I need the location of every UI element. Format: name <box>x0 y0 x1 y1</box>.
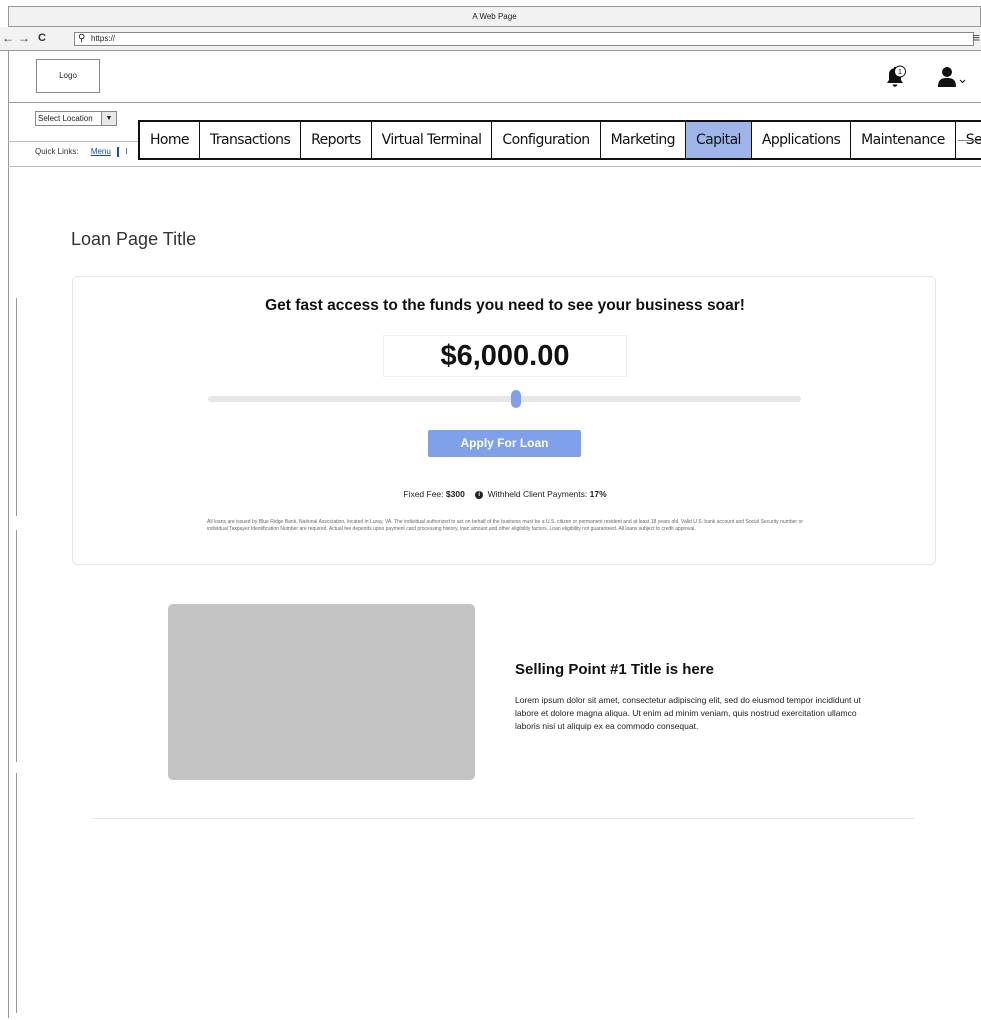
quick-links: Quick Links: Menu I <box>35 147 128 157</box>
nav-configuration[interactable]: Configuration <box>492 122 601 158</box>
selling-point-body: Lorem ipsum dolor sit amet, consectetur … <box>515 695 861 731</box>
nav-maintenance[interactable]: Maintenance <box>851 122 956 158</box>
fixed-fee-label: Fixed Fee: <box>403 489 444 499</box>
address-bar: ← → C ⚲ https:// ≡ <box>0 27 981 51</box>
withheld-value: 17% <box>589 489 607 499</box>
url-input[interactable]: ⚲ https:// <box>74 32 974 46</box>
search-icon: ⚲ <box>78 33 86 44</box>
nav-capital[interactable]: Capital <box>685 122 752 158</box>
reload-icon[interactable]: C <box>38 31 46 45</box>
forward-arrow-icon[interactable]: → <box>18 31 30 45</box>
section-divider <box>92 818 914 819</box>
back-arrow-icon[interactable]: ← <box>2 31 14 45</box>
dropdown-arrow-icon[interactable]: ▼ <box>101 112 116 125</box>
quick-links-divider <box>8 141 138 142</box>
quick-link-menu[interactable]: Menu <box>91 147 111 156</box>
chevron-down-icon <box>959 79 966 84</box>
loan-amount-slider[interactable] <box>208 390 801 408</box>
withheld-label: Withheld Client Payments: <box>487 489 588 499</box>
url-text: https:// <box>91 34 116 43</box>
logo[interactable]: Logo <box>36 59 100 93</box>
fee-summary: Fixed Fee: $300 i Withheld Client Paymen… <box>73 489 937 499</box>
location-select-value: Select Location <box>38 114 93 123</box>
location-select[interactable]: Select Location ▼ <box>35 111 117 126</box>
loan-card: Get fast access to the funds you need to… <box>72 276 936 565</box>
notification-count: 1 <box>898 67 902 76</box>
fixed-fee-value: $300 <box>445 489 465 499</box>
nav-transactions[interactable]: Transactions <box>200 122 302 158</box>
left-scroll-guide <box>16 773 17 1013</box>
page-title: Loan Page Title <box>71 229 197 249</box>
site-header: Logo 1 <box>8 51 981 103</box>
quick-link-separator <box>117 147 120 157</box>
main-nav: Home Transactions Reports Virtual Termin… <box>138 120 981 160</box>
subheader-divider <box>8 166 981 167</box>
nav-virtual-terminal[interactable]: Virtual Terminal <box>372 122 493 158</box>
nav-applications[interactable]: Applications <box>752 122 852 158</box>
left-scroll-guide <box>16 298 17 516</box>
selling-point-image <box>168 604 475 780</box>
nav-marketing[interactable]: Marketing <box>601 122 686 158</box>
nav-reports[interactable]: Reports <box>301 122 372 158</box>
apply-for-loan-button[interactable]: Apply For Loan <box>428 430 581 457</box>
left-scroll-guide <box>16 530 17 762</box>
slider-handle[interactable] <box>511 390 522 408</box>
loan-disclaimer: All loans are issued by Blue Ridge Bank,… <box>207 519 803 532</box>
nav-home[interactable]: Home <box>140 122 200 158</box>
quick-link-overflow[interactable]: I <box>125 147 127 156</box>
loan-amount: $6,000.00 <box>383 335 627 377</box>
nav-extension-line <box>958 140 981 141</box>
user-icon[interactable] <box>936 65 968 89</box>
bell-icon[interactable]: 1 <box>883 65 907 89</box>
info-icon[interactable]: i <box>475 490 484 499</box>
selling-point-title: Selling Point #1 Title is here <box>515 661 714 678</box>
browser-menu-icon[interactable]: ≡ <box>972 31 980 45</box>
quick-links-label: Quick Links: <box>35 147 79 157</box>
window-title: A Web Page <box>8 6 981 27</box>
loan-headline: Get fast access to the funds you need to… <box>265 297 745 314</box>
